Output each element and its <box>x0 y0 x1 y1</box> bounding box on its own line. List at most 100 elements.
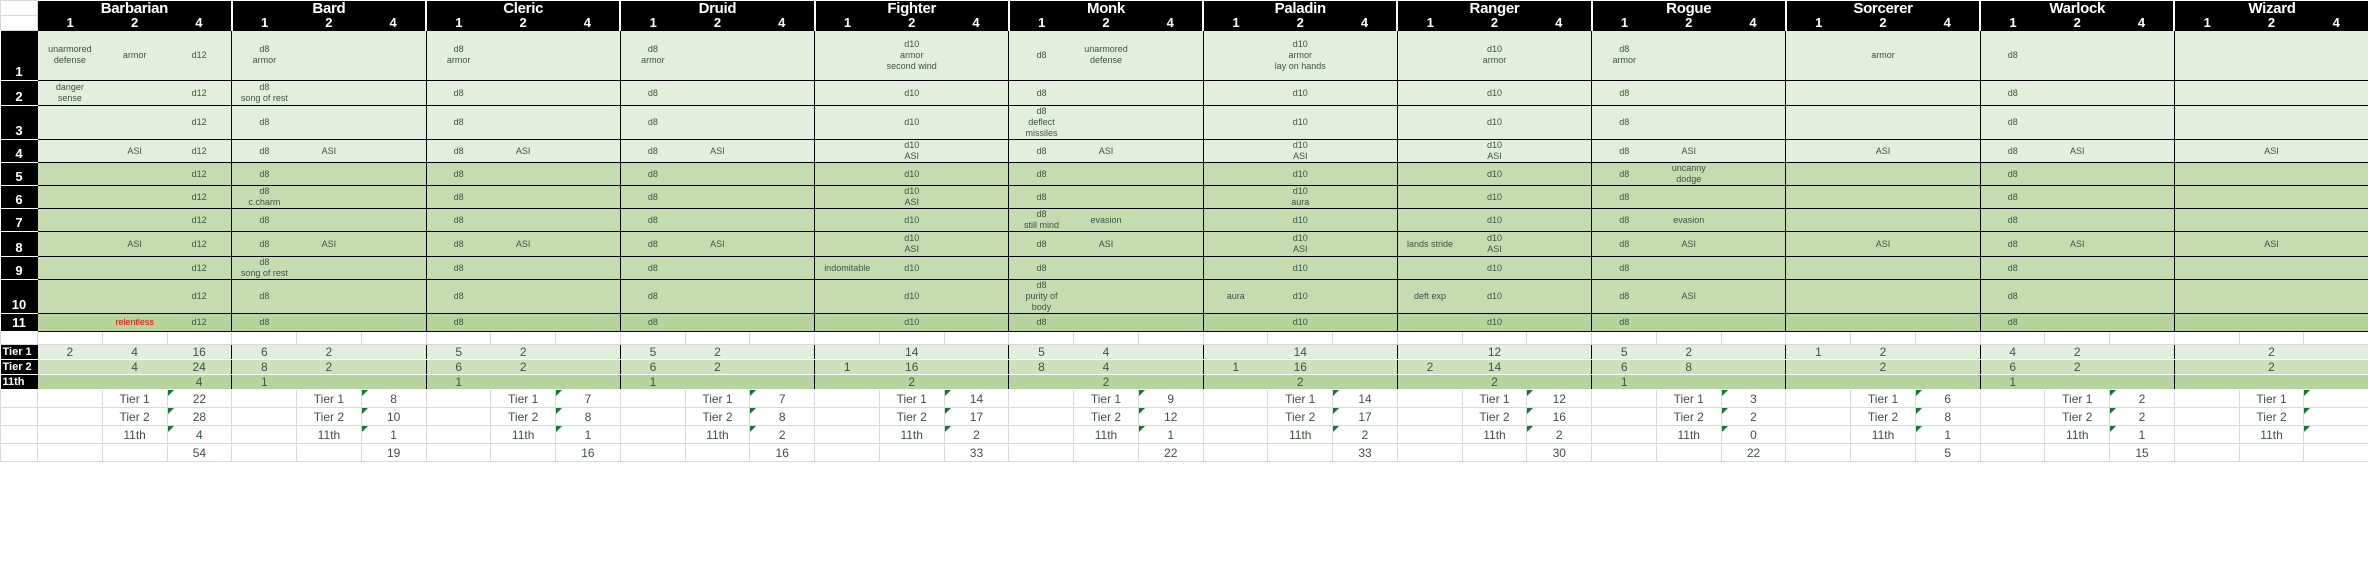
footer-blank-ranger <box>1396 389 1463 408</box>
header-sub-paladin-1: 1 <box>1202 15 1268 31</box>
cell-barbarian-2-lvl1: armor <box>102 30 167 81</box>
tier-value-warlock-2 <box>2044 374 2110 390</box>
cell-sorcerer-2-lvl10 <box>1850 279 1916 314</box>
tier-value-warlock-2: 2 <box>2044 359 2110 375</box>
cell-monk-1-lvl9: d8 <box>1008 256 1074 280</box>
cell-fighter-1-lvl7 <box>814 208 880 232</box>
cell-rogue-1-lvl10: d8 <box>1591 279 1657 314</box>
cell-barbarian-2-lvl3 <box>102 105 167 140</box>
cell-rogue-4-lvl3 <box>1721 105 1786 140</box>
footer-label-cleric-11th: 11th <box>490 425 557 444</box>
cell-monk-4-lvl4 <box>1138 139 1204 163</box>
header-sub-rogue-1: 1 <box>1590 15 1657 31</box>
spacer-row <box>0 331 2368 345</box>
footer-value-monk-11th: 1 <box>1137 425 1204 444</box>
cell-sorcerer-1-lvl9 <box>1785 256 1851 280</box>
cell-barbarian-2-lvl9 <box>102 256 167 280</box>
cell-wizard-1-lvl7 <box>2173 208 2240 232</box>
cell-ranger-1-lvl11 <box>1396 313 1463 332</box>
cell-fighter-2-lvl6: d10 ASI <box>879 185 945 209</box>
cell-bard-2-lvl3 <box>296 105 362 140</box>
cell-sorcerer-1-lvl2 <box>1785 80 1851 106</box>
cell-wizard-2-lvl1 <box>2239 30 2304 81</box>
footer-value-sorcerer-total: 5 <box>1914 443 1981 462</box>
tier-value-cleric-4 <box>555 359 621 375</box>
footer-value-paladin-total: 33 <box>1332 443 1398 462</box>
tier-value-druid-4 <box>749 374 815 390</box>
table-row-level-2: 2 danger sense d12 d8 song of rest d8 d8 d10 d8 d1… <box>0 80 2368 106</box>
cell-cleric-4-lvl11 <box>555 313 621 332</box>
cell-druid-4-lvl3 <box>749 105 815 140</box>
footer-value-fighter-tier2: 17 <box>943 407 1010 426</box>
tier-value-rogue-1: 5 <box>1591 344 1657 360</box>
tier-value-wizard-4 <box>2303 374 2368 390</box>
cell-druid-2-lvl4: ASI <box>685 139 750 163</box>
cell-paladin-4-lvl7 <box>1332 208 1398 232</box>
cell-rogue-2-lvl1 <box>1656 30 1722 81</box>
cell-sorcerer-4-lvl2 <box>1915 80 1981 106</box>
cell-wizard-2-lvl7 <box>2239 208 2304 232</box>
cell-monk-1-lvl8: d8 <box>1008 231 1074 257</box>
footer-blank-rogue <box>1591 443 1657 462</box>
cell-bard-4-lvl3 <box>361 105 427 140</box>
header-sub-cleric-1: 1 <box>425 15 491 31</box>
cell-cleric-2-lvl11 <box>490 313 556 332</box>
cell-warlock-1-lvl9: d8 <box>1979 256 2045 280</box>
cell-fighter-2-lvl9: d10 <box>879 256 945 280</box>
footer-value-bard-total: 19 <box>360 443 427 462</box>
cell-monk-1-lvl10: d8 purity of body <box>1008 279 1074 314</box>
cell-bard-4-lvl9 <box>361 256 427 280</box>
spacer-cell <box>1396 331 1463 345</box>
cell-druid-2-lvl7 <box>685 208 750 232</box>
cell-sorcerer-2-lvl6 <box>1850 185 1916 209</box>
header-sub-cleric-2: 2 <box>490 15 556 31</box>
cell-paladin-4-lvl2 <box>1332 80 1398 106</box>
footer-label-sorcerer-tier1: Tier 1 <box>1850 389 1916 408</box>
footer-blank-ranger <box>1396 425 1463 444</box>
tier-value-wizard-2: 2 <box>2239 359 2304 375</box>
spacer-region <box>0 331 2368 345</box>
tier-value-barbarian-2: 4 <box>102 344 167 360</box>
footer-blank-wizard <box>2173 389 2240 408</box>
cell-bard-2-lvl7 <box>296 208 362 232</box>
tier-value-sorcerer-4 <box>1915 344 1981 360</box>
footer-blank-cleric <box>425 443 492 462</box>
cell-ranger-2-lvl6: d10 <box>1462 185 1527 209</box>
cell-monk-4-lvl1 <box>1138 30 1204 81</box>
footer-blank-fighter <box>814 425 880 444</box>
cell-warlock-4-lvl3 <box>2109 105 2175 140</box>
footer-value-wizard-total <box>2303 443 2368 462</box>
cell-ranger-2-lvl5: d10 <box>1462 162 1527 186</box>
footer-label-paladin-total <box>1267 443 1334 462</box>
spacer-cell <box>1267 331 1334 345</box>
cell-cleric-2-lvl2 <box>490 80 556 106</box>
footer-blank-cleric <box>425 389 492 408</box>
cell-ranger-4-lvl6 <box>1526 185 1592 209</box>
cell-paladin-4-lvl10 <box>1332 279 1398 314</box>
cell-fighter-1-lvl9: indomitable <box>814 256 880 280</box>
cell-druid-4-lvl10 <box>749 279 815 314</box>
tier-value-paladin-2: 14 <box>1267 344 1333 360</box>
cell-barbarian-2-lvl5 <box>102 162 167 186</box>
cell-wizard-2-lvl10 <box>2239 279 2304 314</box>
cell-cleric-2-lvl6 <box>490 185 556 209</box>
cell-warlock-2-lvl5 <box>2044 162 2110 186</box>
cell-ranger-2-lvl2: d10 <box>1462 80 1527 106</box>
cell-sorcerer-1-lvl6 <box>1785 185 1851 209</box>
footer-rowhead <box>0 443 38 462</box>
cell-fighter-2-lvl10: d10 <box>879 279 945 314</box>
footer-blank-paladin <box>1202 407 1269 426</box>
footer-label-warlock-11th: 11th <box>2044 425 2111 444</box>
tier-value-monk-2: 4 <box>1073 344 1139 360</box>
spacer-cell <box>2238 331 2305 345</box>
footer-blank-paladin <box>1202 443 1269 462</box>
level-number-7: 7 <box>0 208 38 232</box>
tier-value-barbarian-2: 4 <box>102 359 167 375</box>
cell-druid-4-lvl9 <box>749 256 815 280</box>
tier-value-barbarian-1 <box>37 374 103 390</box>
cell-paladin-2-lvl1: d10 armor lay on hands <box>1267 30 1333 81</box>
cell-monk-4-lvl7 <box>1138 208 1204 232</box>
header-sub-wizard-2: 2 <box>2239 15 2304 31</box>
cell-bard-1-lvl7: d8 <box>231 208 297 232</box>
cell-fighter-2-lvl7: d10 <box>879 208 945 232</box>
